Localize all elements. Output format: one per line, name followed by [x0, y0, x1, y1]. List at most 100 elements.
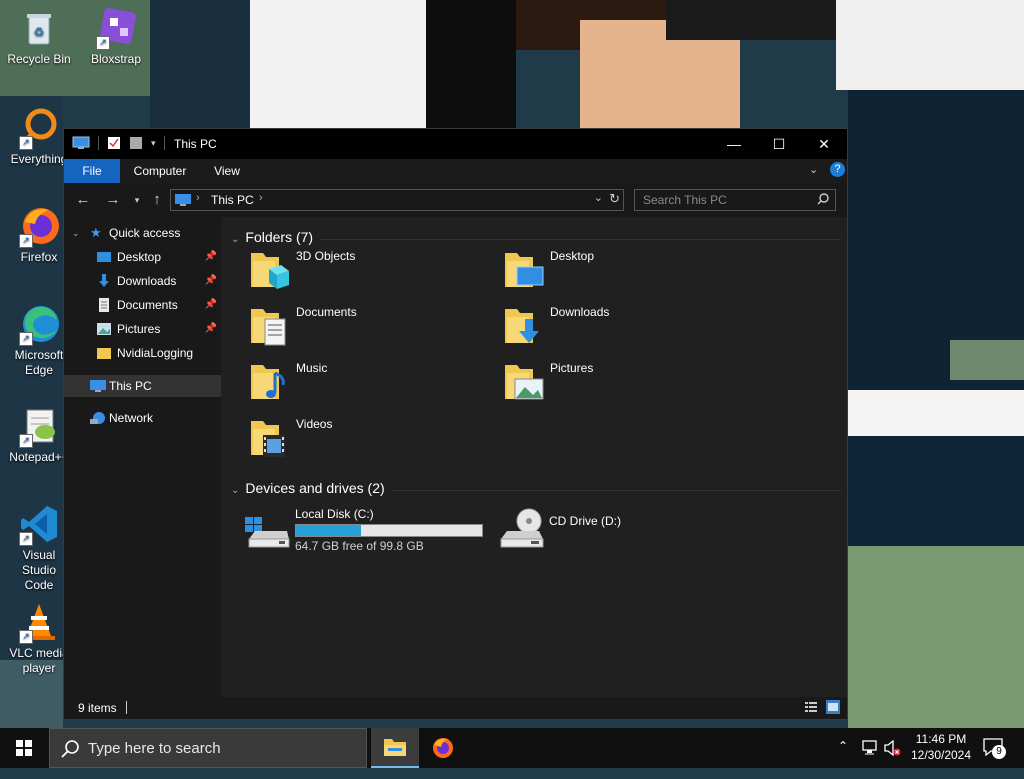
nav-label: This PC [109, 379, 152, 393]
collapse-chevron-icon[interactable]: ⌄ [231, 234, 239, 245]
folder-tile-documents[interactable]: Documents [249, 303, 489, 353]
shortcut-arrow-icon: ↗ [19, 532, 33, 546]
taskbar-search-placeholder: Type here to search [88, 740, 221, 757]
group-title: Devices and drives (2) [245, 480, 385, 496]
taskbar-search-box[interactable]: Type here to search [49, 728, 367, 768]
drive-tile-cd-drive-d[interactable]: CD Drive (D:) [499, 507, 739, 557]
nav-label: Documents [117, 298, 178, 312]
content-pane: ⌄ Folders (7) 3D Objects Desktop Document… [221, 217, 847, 697]
clock-time: 11:46 PM [915, 732, 967, 746]
taskbar-app-firefox[interactable] [419, 728, 467, 768]
nav-item-documents[interactable]: Documents 📌 [64, 294, 221, 316]
address-dropdown-icon[interactable]: ⌄ [594, 191, 603, 204]
drive-tile-local-disk-c[interactable]: Local Disk (C:) 64.7 GB free of 99.8 GB [245, 507, 485, 557]
start-button[interactable] [0, 728, 48, 768]
breadcrumb-chevron-icon[interactable]: › [196, 192, 200, 204]
breadcrumb-chevron-icon[interactable]: › [259, 192, 263, 204]
details-view-icon[interactable] [804, 700, 818, 714]
pin-icon: 📌 [204, 299, 217, 310]
drive-usage-bar [295, 524, 483, 537]
folder-tile-videos[interactable]: Videos [249, 415, 489, 465]
desktop-icon-label: Visual Studio Code [21, 548, 57, 592]
shortcut-arrow-icon: ↗ [19, 630, 33, 644]
expand-ribbon-icon[interactable]: ⌄ [809, 163, 818, 176]
nav-item-downloads[interactable]: Downloads 📌 [64, 270, 221, 292]
shortcut-arrow-icon: ↗ [96, 36, 110, 50]
up-button[interactable]: ↑ [146, 189, 168, 211]
tab-computer[interactable]: Computer [126, 159, 194, 183]
tab-view[interactable]: View [204, 159, 250, 183]
this-pc-icon [72, 136, 90, 149]
search-placeholder: Search This PC [643, 193, 727, 207]
shortcut-arrow-icon: ↗ [19, 136, 33, 150]
desktop-icon-recycle-bin[interactable]: ♻ Recycle Bin [3, 0, 75, 67]
nav-quick-access[interactable]: ⌄ ★ Quick access [64, 222, 221, 244]
drive-label: CD Drive (D:) [549, 514, 621, 528]
breadcrumb-this-pc[interactable]: This PC [211, 193, 254, 207]
status-divider [126, 701, 127, 714]
back-button[interactable]: ← [72, 189, 94, 211]
address-bar[interactable]: › This PC › ⌄ ↻ [170, 189, 624, 211]
vlc-cone-icon: ↗ [17, 600, 61, 644]
folder-tile-pictures[interactable]: Pictures [503, 359, 743, 409]
tab-file[interactable]: File [64, 159, 120, 183]
refresh-icon[interactable]: ↻ [609, 191, 620, 207]
minimize-button[interactable]: — [711, 129, 757, 159]
nav-label: Desktop [117, 250, 162, 264]
collapse-chevron-icon[interactable]: ⌄ [231, 485, 239, 496]
group-divider [391, 490, 841, 491]
close-button[interactable]: ✕ [801, 129, 847, 159]
taskbar: Type here to search ⌃ 11:46 PM 12/30/202… [0, 728, 1024, 768]
group-header-devices[interactable]: ⌄ Devices and drives (2) [231, 480, 385, 496]
downloads-icon [99, 274, 109, 287]
shortcut-arrow-icon: ↗ [19, 332, 33, 346]
folder-label: Documents [296, 305, 357, 319]
nav-item-nvidialogging[interactable]: NvidiaLogging [64, 342, 221, 364]
folder-tile-3d-objects[interactable]: 3D Objects [249, 247, 489, 297]
forward-button[interactable]: → [102, 189, 124, 211]
3d-objects-folder-icon [251, 253, 289, 289]
properties-icon[interactable] [107, 136, 121, 150]
network-status-icon[interactable] [862, 740, 880, 756]
notepadpp-icon: ↗ [17, 404, 61, 448]
group-header-folders[interactable]: ⌄ Folders (7) [231, 229, 313, 245]
drive-label: Local Disk (C:) [295, 507, 374, 521]
collapse-chevron-icon[interactable]: ⌄ [72, 222, 80, 244]
folder-label: Pictures [550, 361, 594, 375]
nav-network[interactable]: Network [64, 407, 221, 429]
large-icons-view-icon[interactable] [826, 700, 840, 714]
firefox-icon: ↗ [17, 204, 61, 248]
nav-item-pictures[interactable]: Pictures 📌 [64, 318, 221, 340]
desktop-icon-bloxstrap[interactable]: ↗ Bloxstrap [80, 0, 152, 67]
taskbar-app-file-explorer[interactable] [371, 728, 419, 768]
action-center-button[interactable]: 9 [983, 738, 1007, 759]
nav-label: Downloads [117, 274, 177, 288]
folder-tile-desktop[interactable]: Desktop [503, 247, 743, 297]
search-box[interactable]: Search This PC [634, 189, 836, 211]
window-title: This PC [174, 137, 217, 151]
maximize-button[interactable]: ☐ [756, 129, 802, 159]
group-divider [321, 239, 841, 240]
folder-tile-music[interactable]: Music [249, 359, 489, 409]
file-explorer-icon [384, 739, 406, 756]
folder-label: Music [296, 361, 328, 375]
show-hidden-icons-button[interactable]: ⌃ [838, 739, 848, 779]
nav-this-pc[interactable]: This PC [64, 375, 221, 397]
folder-label: Videos [296, 417, 333, 431]
videos-folder-icon [251, 421, 285, 457]
notification-badge: 9 [992, 745, 1006, 759]
quick-access-toolbar: ▾ [72, 136, 165, 150]
nav-item-desktop[interactable]: Desktop 📌 [64, 246, 221, 268]
title-bar[interactable]: ▾ This PC — ☐ ✕ [64, 129, 847, 159]
everything-search-icon: ↗ [17, 106, 61, 150]
help-icon[interactable]: ? [830, 162, 845, 177]
new-folder-icon[interactable] [129, 136, 143, 150]
recent-locations-button[interactable]: ▾ [126, 189, 148, 211]
item-count: 9 items [78, 701, 117, 715]
folder-tile-downloads[interactable]: Downloads [503, 303, 743, 353]
desktop-folder-icon [97, 252, 111, 262]
pin-icon: 📌 [204, 251, 217, 262]
local-disk-icon [245, 517, 290, 548]
qat-dropdown-icon[interactable]: ▾ [151, 138, 156, 149]
taskbar-clock[interactable]: 11:46 PM 12/30/2024 [896, 731, 986, 763]
